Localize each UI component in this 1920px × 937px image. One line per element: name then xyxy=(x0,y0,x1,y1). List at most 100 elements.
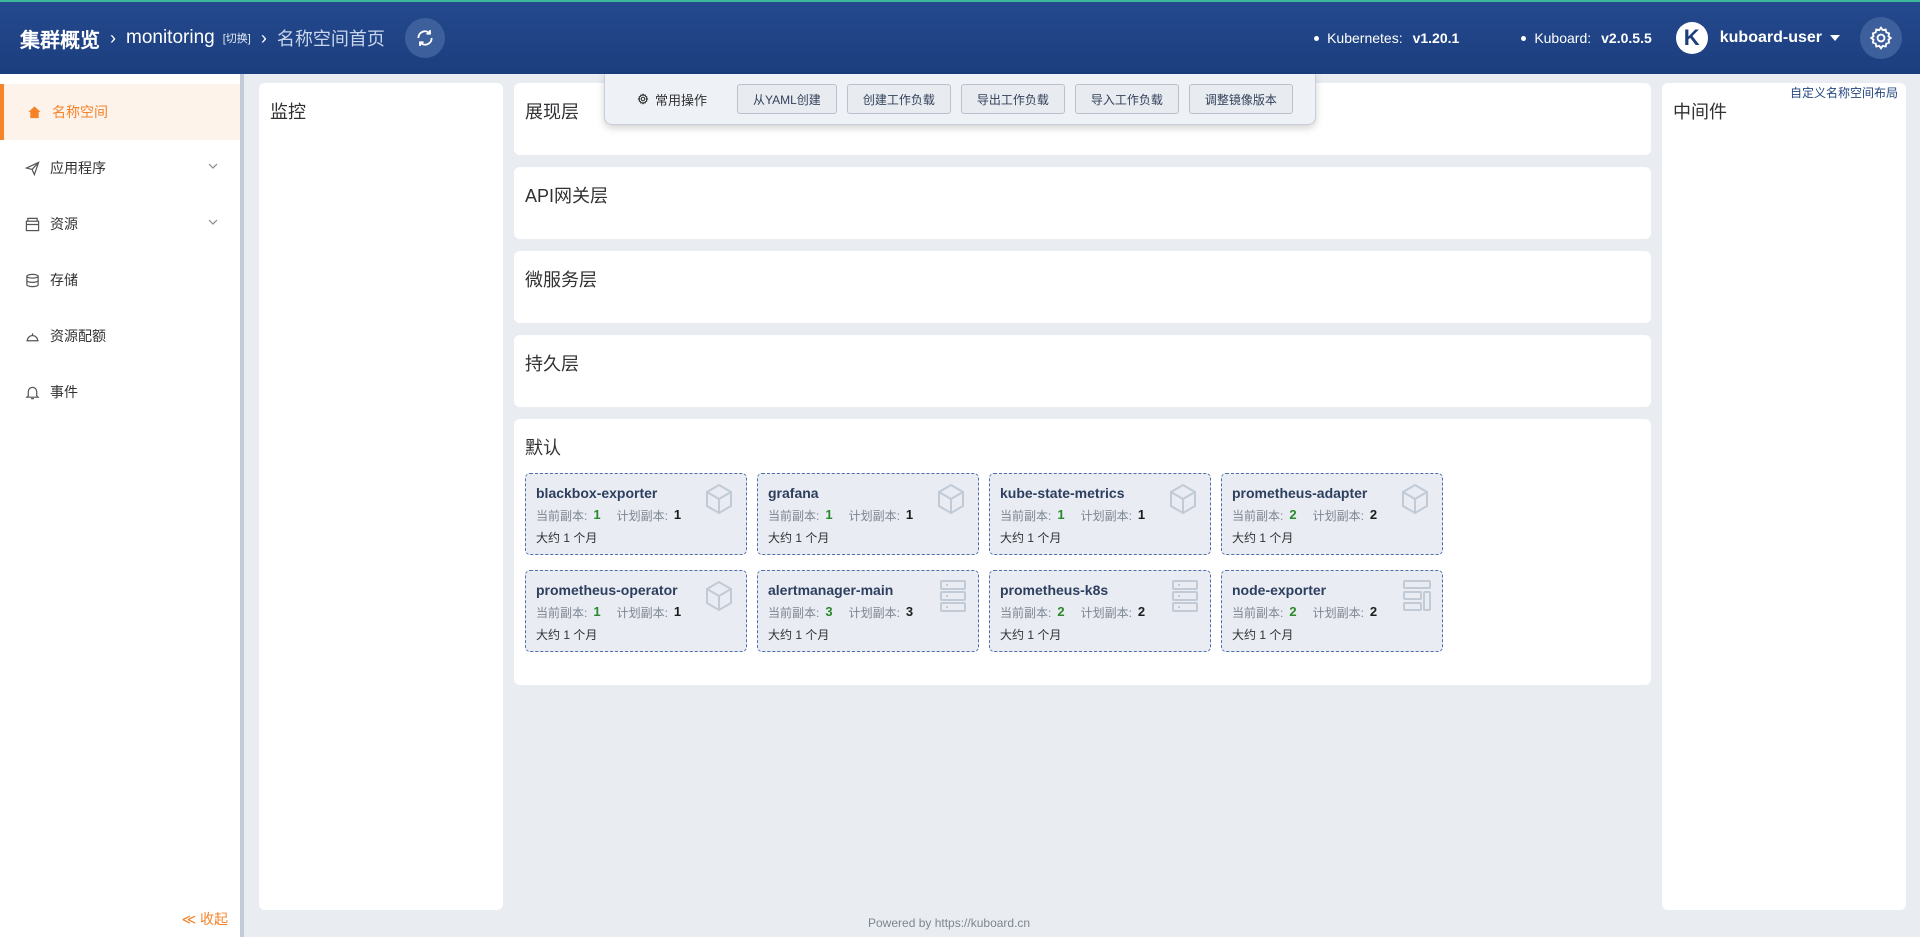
current-replica-count: 2 xyxy=(1289,507,1297,522)
workload-card-kube-state-metrics[interactable]: kube-state-metrics 当前副本: 1 计划副本: 1 大约 1 个月 xyxy=(989,473,1211,555)
current-replica-label: 当前副本: xyxy=(536,509,588,523)
planned-replica-count: 2 xyxy=(1369,507,1378,522)
caret-down-icon[interactable] xyxy=(1830,35,1840,41)
workload-name[interactable]: prometheus-operator xyxy=(536,582,678,598)
planned-replica-count: 3 xyxy=(905,604,914,619)
cube-icon xyxy=(702,482,736,521)
bell-icon xyxy=(24,384,40,400)
sidebar-item-resources[interactable]: 资源 xyxy=(0,196,240,252)
namespace-switch-link[interactable]: [切换] xyxy=(223,30,251,46)
workload-name[interactable]: prometheus-k8s xyxy=(1000,582,1108,598)
box-icon xyxy=(24,216,40,232)
replica-info: 当前副本: 2 计划副本: 2 xyxy=(1000,604,1145,621)
current-replica-label: 当前副本: xyxy=(536,606,588,620)
export-workload-button[interactable]: 导出工作负载 xyxy=(960,84,1065,114)
refresh-icon xyxy=(417,30,433,46)
refresh-button[interactable] xyxy=(404,18,445,58)
panel-persistence: 持久层 xyxy=(514,335,1651,407)
sidebar-item-quota[interactable]: 资源配额 xyxy=(0,308,240,364)
replica-info: 当前副本: 2 计划副本: 2 xyxy=(1232,507,1377,524)
workload-name[interactable]: prometheus-adapter xyxy=(1232,485,1367,501)
sidebar-item-label: 存储 xyxy=(50,272,78,288)
user-menu[interactable]: kuboard-user xyxy=(1720,29,1822,47)
workload-age: 大约 1 个月 xyxy=(768,628,830,642)
breadcrumb-cluster-link[interactable]: 集群概览 xyxy=(20,24,100,53)
statefulset-icon xyxy=(1170,579,1200,618)
workload-card-prometheus-k8s[interactable]: prometheus-k8s 当前副本: 2 计划副本: 2 大约 1 个月 xyxy=(989,570,1211,652)
database-icon xyxy=(24,272,40,288)
replica-info: 当前副本: 1 计划副本: 1 xyxy=(768,507,913,524)
planned-replica-label: 计划副本: xyxy=(616,509,668,523)
workload-card-prometheus-adapter[interactable]: prometheus-adapter 当前副本: 2 计划副本: 2 大约 1 个月 xyxy=(1221,473,1443,555)
workload-name[interactable]: blackbox-exporter xyxy=(536,485,657,501)
gear-small-icon xyxy=(637,93,649,105)
current-replica-label: 当前副本: xyxy=(1000,509,1052,523)
workload-card-alertmanager-main[interactable]: alertmanager-main 当前副本: 3 计划副本: 3 大约 1 个月 xyxy=(757,570,979,652)
dish-icon xyxy=(24,328,40,344)
sidebar-item-applications[interactable]: 应用程序 xyxy=(0,140,240,196)
workload-card-blackbox-exporter[interactable]: blackbox-exporter 当前副本: 1 计划副本: 1 大约 1 个月 xyxy=(525,473,747,555)
bullet-icon xyxy=(1521,35,1527,41)
sidebar: 名称空间 应用程序 资源 存储 资源配额 事件 ≪ 收起 xyxy=(0,74,244,937)
ops-label-text: 常用操作 xyxy=(655,92,708,108)
kuboard-version-info: Kuboard: v2.0.5.5 xyxy=(1521,30,1652,46)
replica-info: 当前副本: 3 计划副本: 3 xyxy=(768,604,913,621)
current-replica-label: 当前副本: xyxy=(1232,509,1284,523)
collapse-sidebar-button[interactable]: ≪ 收起 xyxy=(181,909,228,929)
current-replica-label: 当前副本: xyxy=(768,509,820,523)
planned-replica-count: 1 xyxy=(673,604,682,619)
planned-replica-label: 计划副本: xyxy=(1080,606,1132,620)
planned-replica-label: 计划副本: xyxy=(1312,606,1364,620)
workload-age: 大约 1 个月 xyxy=(536,531,598,545)
statefulset-icon xyxy=(938,579,968,618)
daemonset-icon xyxy=(1402,579,1432,618)
panel-title: 中间件 xyxy=(1673,102,1727,122)
panel-middleware: 中间件 xyxy=(1662,83,1906,910)
panel-default: 默认 blackbox-exporter 当前副本: 1 计划副本: 1 大约 1 个月 g… xyxy=(514,419,1651,685)
current-replica-label: 当前副本: xyxy=(1000,606,1052,620)
workload-name[interactable]: alertmanager-main xyxy=(768,582,893,598)
workload-age: 大约 1 个月 xyxy=(1000,628,1062,642)
breadcrumb-current-page: 名称空间首页 xyxy=(276,29,385,49)
workload-card-prometheus-operator[interactable]: prometheus-operator 当前副本: 1 计划副本: 1 大约 1 个月 xyxy=(525,570,747,652)
common-operations-toolbar: 常用操作 从YAML创建 创建工作负载 导出工作负载 导入工作负载 调整镜像版本 xyxy=(604,74,1316,125)
workload-card-grafana[interactable]: grafana 当前副本: 1 计划副本: 1 大约 1 个月 xyxy=(757,473,979,555)
custom-layout-link[interactable]: 自定义名称空间布局 xyxy=(1790,84,1898,101)
sidebar-item-label: 资源 xyxy=(50,216,78,232)
planned-replica-label: 计划副本: xyxy=(848,509,900,523)
bullet-icon xyxy=(1314,35,1320,41)
header-right: Kubernetes: v1.20.1 Kuboard: v2.0.5.5 K … xyxy=(1314,2,1920,74)
workload-age: 大约 1 个月 xyxy=(536,628,598,642)
panel-title: 微服务层 xyxy=(525,270,597,290)
send-icon xyxy=(24,160,40,176)
replica-info: 当前副本: 2 计划副本: 2 xyxy=(1232,604,1377,621)
workload-name[interactable]: node-exporter xyxy=(1232,582,1326,598)
planned-replica-count: 1 xyxy=(673,507,682,522)
settings-button[interactable] xyxy=(1860,17,1902,59)
create-from-yaml-button[interactable]: 从YAML创建 xyxy=(737,84,837,114)
top-header: 集群概览 › monitoring [切换] › 名称空间首页 Kubernet… xyxy=(0,0,1920,74)
k8s-version-info: Kubernetes: v1.20.1 xyxy=(1314,30,1459,46)
k8s-version: v1.20.1 xyxy=(1412,30,1460,46)
current-replica-label: 当前副本: xyxy=(768,606,820,620)
kuboard-label: Kuboard: xyxy=(1534,30,1592,46)
adjust-image-version-button[interactable]: 调整镜像版本 xyxy=(1188,84,1293,114)
workload-name[interactable]: grafana xyxy=(768,485,819,501)
import-workload-button[interactable]: 导入工作负载 xyxy=(1074,84,1179,114)
k8s-label: Kubernetes: xyxy=(1327,30,1403,46)
sidebar-item-label: 事件 xyxy=(50,384,78,400)
current-replica-label: 当前副本: xyxy=(1232,606,1284,620)
sidebar-item-storage[interactable]: 存储 xyxy=(0,252,240,308)
breadcrumb-namespace[interactable]: monitoring xyxy=(126,27,215,49)
workload-name[interactable]: kube-state-metrics xyxy=(1000,485,1125,501)
current-replica-count: 2 xyxy=(1289,604,1297,619)
cube-icon xyxy=(934,482,968,521)
current-replica-count: 1 xyxy=(825,507,833,522)
sidebar-item-events[interactable]: 事件 xyxy=(0,364,240,420)
sidebar-item-namespace[interactable]: 名称空间 xyxy=(0,84,240,140)
workload-age: 大约 1 个月 xyxy=(768,531,830,545)
avatar[interactable]: K xyxy=(1675,22,1708,54)
workload-card-node-exporter[interactable]: node-exporter 当前副本: 2 计划副本: 2 大约 1 个月 xyxy=(1221,570,1443,652)
breadcrumb-separator-icon: › xyxy=(110,27,116,48)
create-workload-button[interactable]: 创建工作负载 xyxy=(846,84,951,114)
